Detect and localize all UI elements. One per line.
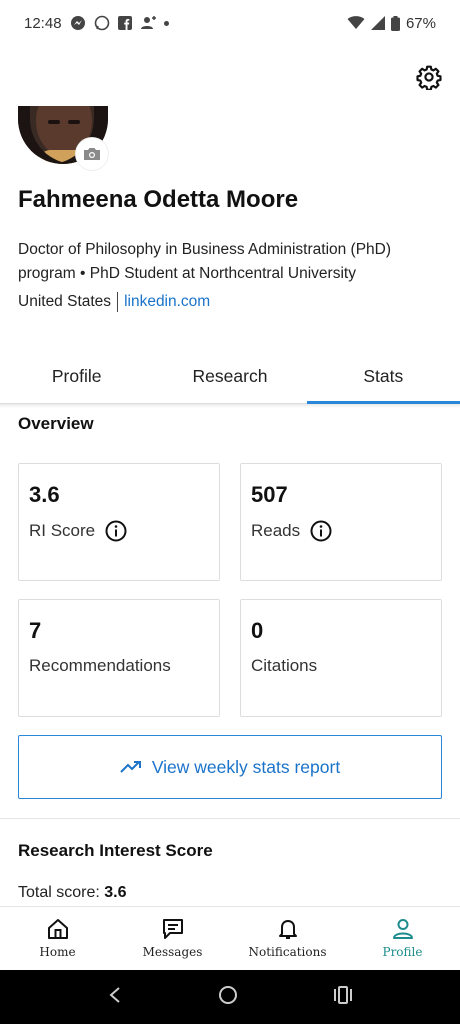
stat-value: 7 — [29, 618, 42, 643]
location-row: United States linkedin.com — [18, 292, 210, 312]
nav-home[interactable]: Home — [0, 907, 115, 970]
profile-tabs: Profile Research Stats — [0, 350, 460, 404]
status-bar: 12:48 67% — [0, 0, 460, 46]
total-score-value: 3.6 — [104, 884, 127, 901]
profile-avatar[interactable] — [18, 106, 108, 170]
section-divider — [0, 818, 460, 819]
battery-icon — [390, 15, 400, 31]
notification-dot — [163, 20, 169, 26]
total-score-label: Total score: — [18, 884, 100, 901]
stat-card-reads[interactable]: 507 Reads — [240, 463, 442, 581]
stat-label: Citations — [251, 656, 318, 675]
nav-notifications[interactable]: Notifications — [230, 907, 345, 970]
change-photo-button[interactable] — [76, 138, 108, 170]
ri-score-title: Research Interest Score — [18, 841, 213, 860]
messages-icon — [162, 919, 183, 939]
tab-stats[interactable]: Stats — [306, 350, 460, 404]
profile-location: United States — [18, 293, 112, 310]
bottom-navigation: Home Messages Notifications Profile — [0, 906, 460, 970]
divider — [117, 292, 119, 312]
stat-value: 0 — [251, 618, 264, 643]
recents-icon[interactable] — [334, 985, 352, 1009]
gear-icon — [416, 65, 442, 91]
stat-value: 507 — [251, 482, 288, 507]
stat-card-citations[interactable]: 0 Citations — [240, 599, 442, 717]
nav-label: Notifications — [248, 945, 327, 959]
stat-label: RI Score — [29, 521, 96, 540]
system-navigation-bar — [0, 970, 460, 1024]
website-link[interactable]: linkedin.com — [124, 293, 210, 311]
stat-card-recommendations[interactable]: 7 Recommendations — [18, 599, 220, 717]
stat-label: Reads — [251, 521, 301, 540]
tab-profile[interactable]: Profile — [0, 350, 153, 403]
weekly-stats-label: View weekly stats report — [151, 756, 341, 777]
nav-label: Home — [39, 945, 76, 959]
info-icon[interactable] — [310, 520, 332, 542]
back-icon[interactable] — [108, 986, 122, 1009]
battery-percent: 67% — [405, 14, 436, 32]
settings-button[interactable] — [416, 64, 442, 91]
trending-up-icon — [120, 761, 141, 773]
messenger-icon — [70, 15, 86, 31]
whatsapp-icon — [94, 15, 110, 31]
camera-icon — [84, 148, 100, 160]
nav-profile[interactable]: Profile — [345, 907, 460, 970]
stat-card-ri-score[interactable]: 3.6 RI Score — [18, 463, 220, 581]
home-circle-icon[interactable] — [218, 985, 238, 1010]
tabs-shadow — [0, 404, 460, 408]
overview-title: Overview — [18, 414, 94, 433]
person-icon — [392, 919, 413, 939]
bell-icon — [278, 920, 297, 939]
total-score-row: Total score: 3.6 — [18, 884, 127, 902]
info-icon[interactable] — [105, 520, 127, 542]
nav-label: Messages — [142, 945, 203, 959]
facebook-icon — [117, 16, 132, 30]
wifi-icon — [347, 16, 365, 30]
status-time: 12:48 — [24, 14, 62, 32]
stat-label: Recommendations — [29, 656, 171, 675]
home-icon — [47, 919, 68, 939]
nav-label: Profile — [382, 945, 423, 959]
tab-research[interactable]: Research — [153, 350, 306, 403]
profile-headline: Doctor of Philosophy in Business Adminis… — [18, 241, 392, 282]
add-person-icon — [140, 15, 156, 31]
nav-messages[interactable]: Messages — [115, 907, 230, 970]
profile-name: Fahmeena Odetta Moore — [18, 186, 299, 213]
signal-icon — [370, 16, 385, 30]
stat-value: 3.6 — [29, 482, 60, 507]
view-weekly-stats-button[interactable]: View weekly stats report — [18, 735, 442, 799]
